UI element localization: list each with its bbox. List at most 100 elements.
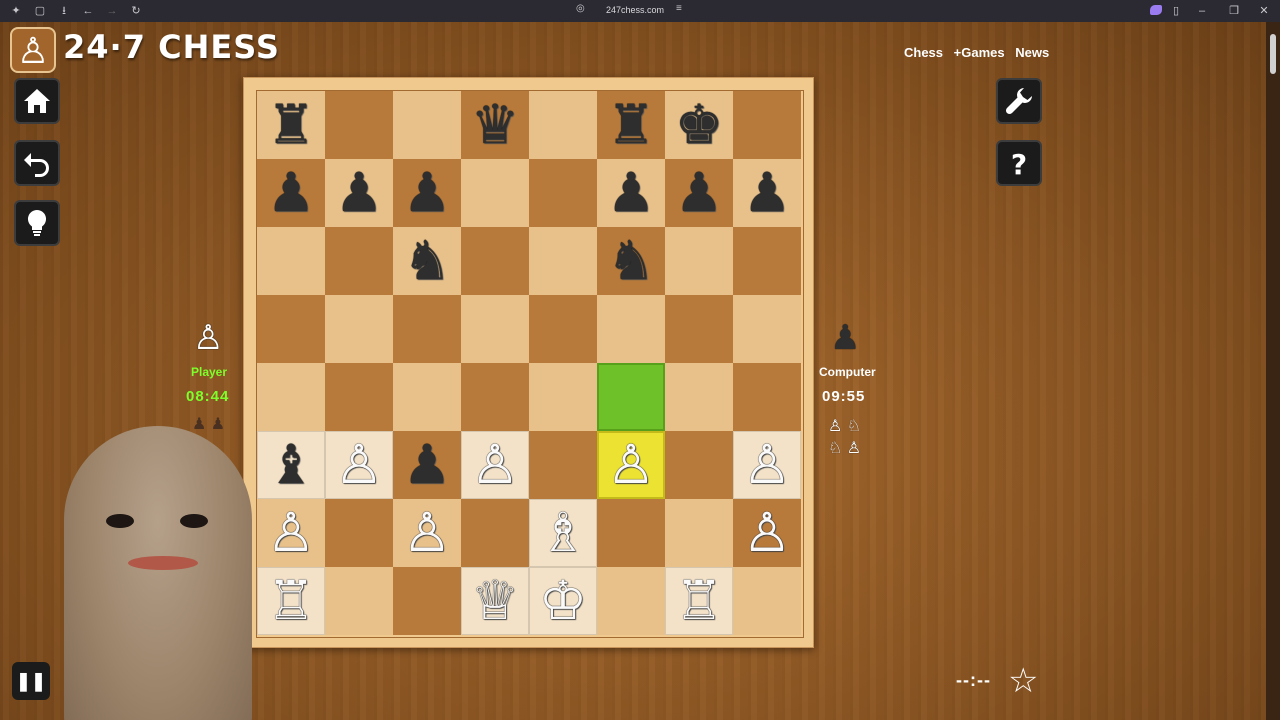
square-b8[interactable] [325,91,393,159]
square-f7[interactable]: ♟ [597,159,665,227]
square-h5[interactable] [733,295,801,363]
square-f4[interactable] [597,363,665,431]
scrollbar-thumb[interactable] [1270,34,1276,74]
extension-icon[interactable] [1150,5,1162,15]
white-piece[interactable]: ♕ [471,574,519,628]
square-c6[interactable]: ♞ [393,227,461,295]
square-d8[interactable]: ♛ [461,91,529,159]
square-h6[interactable] [733,227,801,295]
square-b1[interactable] [325,567,393,635]
black-piece[interactable]: ♟ [267,166,315,220]
square-f5[interactable] [597,295,665,363]
square-g8[interactable]: ♚ [665,91,733,159]
square-b2[interactable] [325,499,393,567]
square-e8[interactable] [529,91,597,159]
square-b4[interactable] [325,363,393,431]
close-icon[interactable]: ✕ [1256,3,1272,19]
square-g6[interactable] [665,227,733,295]
square-e3[interactable] [529,431,597,499]
white-piece[interactable]: ♙ [743,506,791,560]
site-info-icon[interactable]: ◎ [576,3,585,14]
undo-button[interactable] [14,140,60,186]
square-h7[interactable]: ♟ [733,159,801,227]
white-piece[interactable]: ♙ [267,506,315,560]
square-e7[interactable] [529,159,597,227]
white-piece[interactable]: ♔ [539,574,587,628]
square-a1[interactable]: ♖ [257,567,325,635]
square-f3[interactable]: ♙ [597,431,665,499]
minimize-icon[interactable]: – [1194,3,1210,19]
chess-board[interactable]: ♜ ♛ ♜ ♚ ♟ ♟ ♟ ♟ ♟ ♟ ♞ ♞ ♝ ♙ ♟ ♙ ♙ ♙ ♙ ♙ ♗ ♙ ♖ ♕ ♔ ♖ [256,90,804,638]
page-menu-icon[interactable]: ≡ [676,3,682,14]
square-h2[interactable]: ♙ [733,499,801,567]
black-piece[interactable]: ♜ [607,98,655,152]
maximize-icon[interactable]: ❐ [1226,3,1242,19]
download-icon[interactable]: ⭳ [56,3,72,19]
square-a7[interactable]: ♟ [257,159,325,227]
square-a2[interactable]: ♙ [257,499,325,567]
black-piece[interactable]: ♜ [267,98,315,152]
square-d7[interactable] [461,159,529,227]
sidebar-icon[interactable]: ▯ [1168,3,1184,19]
black-piece[interactable]: ♞ [607,234,655,288]
square-c8[interactable] [393,91,461,159]
black-piece[interactable]: ♚ [675,98,723,152]
square-f8[interactable]: ♜ [597,91,665,159]
forward-icon[interactable]: → [104,3,120,19]
nav-news[interactable]: News [1015,45,1049,60]
square-b5[interactable] [325,295,393,363]
black-piece[interactable]: ♟ [403,438,451,492]
star-icon[interactable]: ☆ [1008,662,1038,700]
black-piece[interactable]: ♟ [675,166,723,220]
pause-button[interactable]: ❚❚ [12,662,50,700]
white-piece[interactable]: ♙ [471,438,519,492]
square-h3[interactable]: ♙ [733,431,801,499]
square-c3[interactable]: ♟ [393,431,461,499]
home-button[interactable] [14,78,60,124]
square-b7[interactable]: ♟ [325,159,393,227]
scrollbar[interactable] [1266,22,1280,720]
square-g1[interactable]: ♖ [665,567,733,635]
black-piece[interactable]: ♞ [403,234,451,288]
square-g2[interactable] [665,499,733,567]
square-a6[interactable] [257,227,325,295]
square-b3[interactable]: ♙ [325,431,393,499]
settings-button[interactable] [996,78,1042,124]
help-button[interactable]: ? [996,140,1042,186]
black-piece[interactable]: ♟ [607,166,655,220]
square-g4[interactable] [665,363,733,431]
square-g7[interactable]: ♟ [665,159,733,227]
square-f1[interactable] [597,567,665,635]
square-g5[interactable] [665,295,733,363]
square-d2[interactable] [461,499,529,567]
square-a4[interactable] [257,363,325,431]
square-e6[interactable] [529,227,597,295]
square-d6[interactable] [461,227,529,295]
square-a3[interactable]: ♝ [257,431,325,499]
square-c4[interactable] [393,363,461,431]
square-a5[interactable] [257,295,325,363]
square-e2[interactable]: ♗ [529,499,597,567]
square-c2[interactable]: ♙ [393,499,461,567]
white-piece[interactable]: ♙ [607,438,655,492]
white-piece[interactable]: ♖ [675,574,723,628]
square-e5[interactable] [529,295,597,363]
black-piece[interactable]: ♝ [267,438,315,492]
nav-chess[interactable]: Chess [904,45,943,60]
square-c1[interactable] [393,567,461,635]
square-h1[interactable] [733,567,801,635]
black-piece[interactable]: ♟ [403,166,451,220]
square-a8[interactable]: ♜ [257,91,325,159]
white-piece[interactable]: ♖ [267,574,315,628]
tabs-icon[interactable]: ▢ [32,3,48,19]
square-d5[interactable] [461,295,529,363]
square-d3[interactable]: ♙ [461,431,529,499]
nav-games[interactable]: +Games [954,45,1005,60]
square-f2[interactable] [597,499,665,567]
black-piece[interactable]: ♛ [471,98,519,152]
logo-icon[interactable]: ♙ [10,27,56,73]
square-h8[interactable] [733,91,801,159]
black-piece[interactable]: ♟ [743,166,791,220]
address-bar[interactable]: 247chess.com [606,5,664,15]
browser-menu-icon[interactable]: ✦ [8,3,24,19]
